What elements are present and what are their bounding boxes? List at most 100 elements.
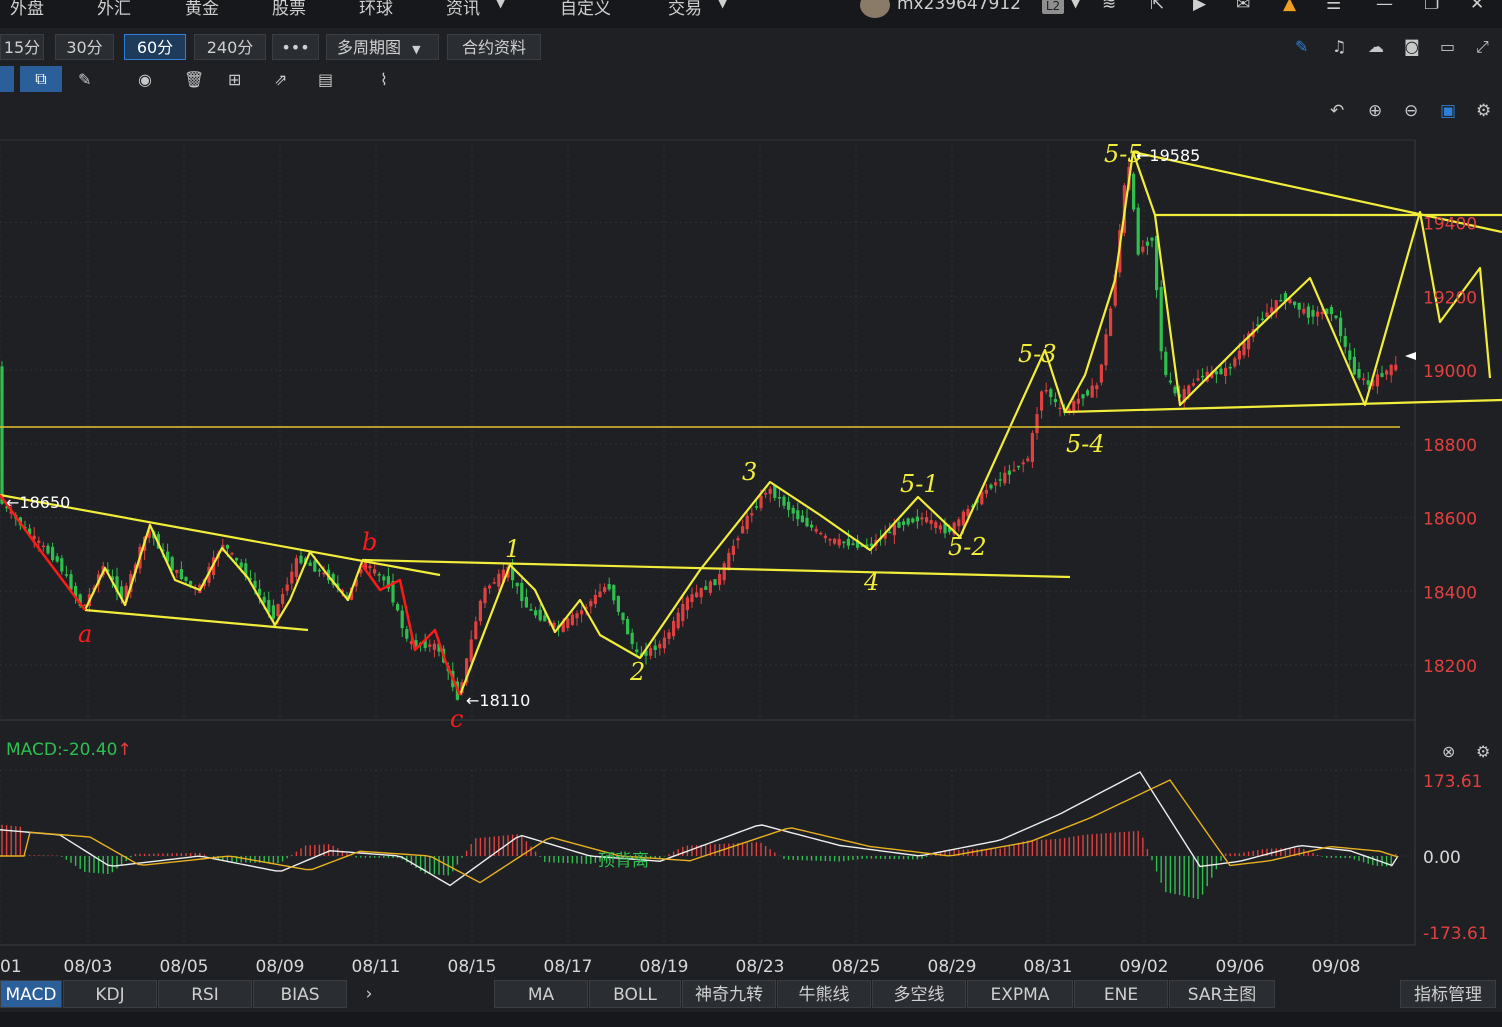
play-icon[interactable]: ▶ xyxy=(1193,0,1206,14)
candlesticks xyxy=(0,161,1398,701)
overlay-expma[interactable]: EXPMA xyxy=(967,980,1073,1008)
chevron-down-icon[interactable]: ▼ xyxy=(496,0,505,10)
candle-up xyxy=(662,637,666,649)
candle-up xyxy=(676,612,680,629)
overlay-ene[interactable]: ENE xyxy=(1074,980,1168,1008)
zoom-in-icon[interactable]: ⊕ xyxy=(1368,101,1382,121)
candle-up xyxy=(994,482,998,486)
layers-icon[interactable]: ≋ xyxy=(1102,0,1116,14)
pencil-icon[interactable]: ✎ xyxy=(78,70,91,89)
tool-selected-marker[interactable] xyxy=(0,66,14,92)
drawing-toolbar: ⧉ ✎ ◉ 🗑 ⊞ ⇗ ▤ ⌇ xyxy=(0,64,1502,96)
zoom-out-icon[interactable]: ⊖ xyxy=(1404,101,1418,121)
bell-icon[interactable]: ♫ xyxy=(1332,37,1346,56)
tab-kdj[interactable]: KDJ xyxy=(63,980,157,1008)
copy-icon[interactable]: ⧉ xyxy=(20,66,62,92)
date-tick-label: 08/19 xyxy=(640,957,689,977)
contract-info-button[interactable]: 合约资料 xyxy=(447,34,541,60)
candle-up xyxy=(570,614,574,625)
overlay-magic-nine[interactable]: 神奇九转 xyxy=(682,980,776,1008)
nav-trade[interactable]: 交易 xyxy=(668,0,702,19)
restore-icon[interactable]: ❐ xyxy=(1424,0,1439,14)
nav-stocks[interactable]: 股票 xyxy=(272,0,306,19)
candle-up xyxy=(1191,383,1195,386)
comment-icon[interactable]: ▤ xyxy=(318,70,333,89)
left-high-annotation: ←18650 xyxy=(6,493,70,512)
date-tick-label: 08/11 xyxy=(352,957,401,977)
candle-up xyxy=(759,495,763,509)
indicator-manage-button[interactable]: 指标管理 xyxy=(1400,980,1496,1008)
tab-rsi[interactable]: RSI xyxy=(158,980,252,1008)
candle-down xyxy=(1159,287,1163,352)
indicator-settings-icon[interactable]: ⚙ xyxy=(1476,742,1490,761)
candle-up xyxy=(925,517,929,523)
nav-forex[interactable]: 外汇 xyxy=(97,0,131,19)
candle-up xyxy=(175,569,179,573)
close-icon[interactable]: ✕ xyxy=(1470,0,1484,14)
candle-up xyxy=(474,621,478,640)
candle-down xyxy=(842,541,846,544)
candle-up xyxy=(428,644,432,647)
candle-up xyxy=(1030,433,1034,462)
overlay-boll[interactable]: BOLL xyxy=(589,980,681,1008)
monitor-icon[interactable]: ▭ xyxy=(1440,37,1455,56)
candle-down xyxy=(621,612,625,621)
camera-icon[interactable]: ◙ xyxy=(1404,37,1420,56)
ruler-icon[interactable]: ⌇ xyxy=(380,70,388,89)
period-240min-button[interactable]: 240分 xyxy=(194,34,266,60)
price-chart[interactable]: abc12345-15-25-35-45-5 顶背离 1940019200190… xyxy=(0,96,1502,978)
candle-up xyxy=(984,489,988,494)
grid-icon[interactable]: ⊞ xyxy=(228,70,241,89)
menu-icon[interactable]: ☰ xyxy=(1326,0,1341,14)
tab-macd[interactable]: MACD xyxy=(0,980,62,1008)
mail-icon[interactable]: ✉ xyxy=(1236,0,1250,14)
candle-up xyxy=(741,526,745,534)
avatar[interactable] xyxy=(860,0,890,18)
nav-global[interactable]: 环球 xyxy=(359,0,393,19)
chevron-right-icon[interactable]: › xyxy=(352,980,386,1008)
username[interactable]: mx239647912 xyxy=(897,0,1021,14)
candle-up xyxy=(699,587,703,598)
period-15min-button[interactable]: 15分 xyxy=(0,34,44,60)
chevron-down-icon[interactable]: ▼ xyxy=(718,0,727,10)
candle-down xyxy=(1168,380,1172,383)
overlay-sar[interactable]: SAR主图 xyxy=(1169,980,1275,1008)
tab-bias[interactable]: BIAS xyxy=(253,980,347,1008)
chart-axes: 19400 19200 19000 18800 18600 18400 18200 01 08/… xyxy=(0,146,1489,977)
candle-up xyxy=(833,538,837,544)
cloud-icon[interactable]: ☁ xyxy=(1368,37,1384,56)
nav-custom[interactable]: 自定义 xyxy=(560,0,611,19)
nav-news[interactable]: 资讯 xyxy=(446,0,480,19)
top-navigation: 外盘 外汇 黄金 股票 环球 资讯 ▼ 自定义 交易 ▼ mx239647912… xyxy=(0,0,1502,28)
trash-icon[interactable]: 🗑 xyxy=(184,70,204,89)
candle-up xyxy=(819,532,823,535)
settings-icon[interactable]: ⚙ xyxy=(1476,101,1491,121)
multi-period-dropdown[interactable]: 多周期图 ▼ xyxy=(326,34,439,60)
candle-up xyxy=(1394,364,1398,371)
overlay-bull-bear[interactable]: 牛熊线 xyxy=(777,980,871,1008)
chevron-down-icon[interactable]: ▼ xyxy=(1071,0,1080,10)
more-periods-button[interactable]: ••• xyxy=(272,34,319,60)
overlay-ma[interactable]: MA xyxy=(494,980,588,1008)
minimize-icon[interactable]: — xyxy=(1376,0,1393,14)
share-icon[interactable]: ⇗ xyxy=(274,70,287,89)
close-indicator-icon[interactable]: ⊗ xyxy=(1442,742,1455,761)
export-icon[interactable]: ⇱ xyxy=(1150,0,1164,14)
wave-label: 4 xyxy=(863,568,879,596)
candle-down xyxy=(713,579,717,586)
period-60min-button[interactable]: 60分 xyxy=(124,34,186,60)
layout-icon[interactable]: ▣ xyxy=(1440,101,1456,121)
fullscreen-icon[interactable]: ⤢ xyxy=(1476,37,1489,57)
bell-icon[interactable]: ▲ xyxy=(1283,0,1296,14)
pencil-icon[interactable]: ✎ xyxy=(1295,37,1308,56)
period-30min-button[interactable]: 30分 xyxy=(55,34,114,60)
divergence-label: 顶背离 xyxy=(598,851,649,871)
overlay-long-short[interactable]: 多空线 xyxy=(872,980,966,1008)
undo-icon[interactable]: ↶ xyxy=(1330,101,1344,121)
candle-down xyxy=(1136,207,1140,255)
nav-foreign-market[interactable]: 外盘 xyxy=(10,0,44,19)
candle-up xyxy=(1099,364,1103,383)
nav-gold[interactable]: 黄金 xyxy=(185,0,219,19)
eye-icon[interactable]: ◉ xyxy=(138,70,152,89)
candle-down xyxy=(1164,351,1168,376)
